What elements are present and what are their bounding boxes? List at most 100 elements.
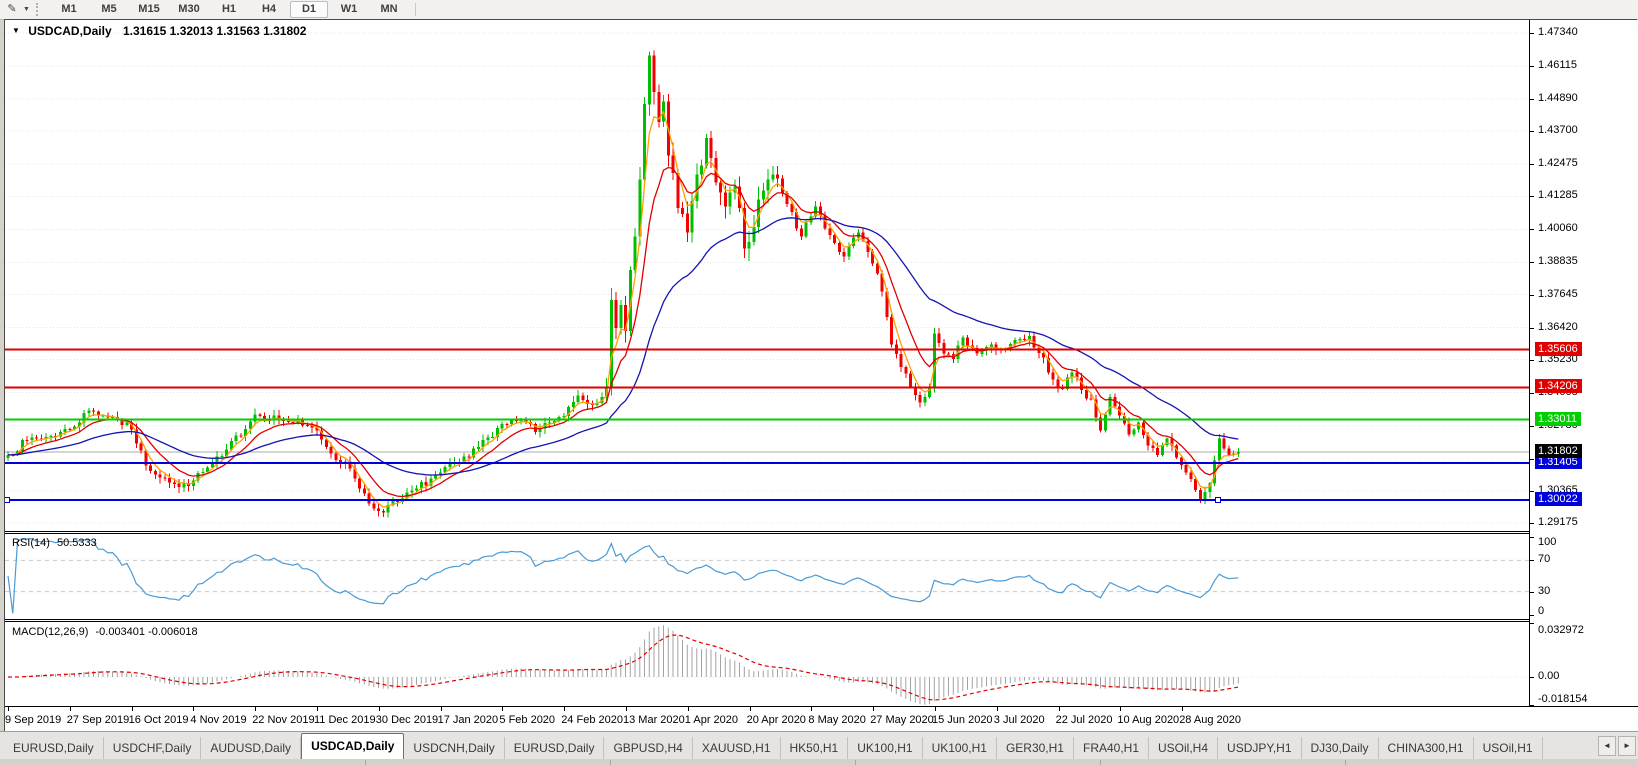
date-tick	[441, 707, 442, 711]
axis-tick	[1530, 523, 1534, 524]
tab-EURUSD-Daily[interactable]: EURUSD,Daily	[505, 737, 605, 759]
axis-tick	[1530, 164, 1534, 165]
tab-UK100-H1[interactable]: UK100,H1	[848, 737, 922, 759]
axis-tick	[1530, 131, 1534, 132]
tab-USOil-H4[interactable]: USOil,H4	[1149, 737, 1218, 759]
date-tick	[8, 707, 9, 711]
price-tick-label: 1.42475	[1538, 157, 1578, 169]
rsi-tick-label: 100	[1538, 536, 1556, 548]
date-tick	[811, 707, 812, 711]
timeframe-M5-button[interactable]: M5	[90, 1, 128, 18]
tab-USDCAD-Daily[interactable]: USDCAD,Daily	[301, 733, 404, 759]
date-label: 27 May 2020	[870, 714, 934, 726]
date-label: 11 Dec 2019	[314, 714, 376, 726]
price-tick-label: 1.38835	[1538, 255, 1578, 267]
date-label: 15 Jun 2020	[932, 714, 993, 726]
date-label: 17 Jan 2020	[438, 714, 499, 726]
top-toolbar: ✎ ▼ M1M5M15M30H1H4D1W1MN	[0, 0, 1638, 20]
ma-slow-line	[8, 218, 1238, 475]
symbol-tab-bar: EURUSD,DailyUSDCHF,DailyAUDUSD,DailyUSDC…	[0, 731, 1638, 759]
tab-CHINA300-H1[interactable]: CHINA300,H1	[1379, 737, 1474, 759]
macd-tick-label: 0.032972	[1538, 624, 1584, 636]
rsi-pane[interactable]	[5, 534, 1529, 619]
axis-tick	[1530, 295, 1534, 296]
rsi-value: 50.5333	[57, 537, 97, 549]
tab-USDJPY-H1[interactable]: USDJPY,H1	[1218, 737, 1301, 759]
axis-tick	[1530, 33, 1534, 34]
date-label: 30 Dec 2019	[376, 714, 438, 726]
chart-ohlc-values: 1.31615 1.32013 1.31563 1.31802	[123, 24, 307, 38]
ma-fast-line	[8, 112, 1238, 507]
timeframe-H4-button[interactable]: H4	[250, 1, 288, 18]
toolbar-separator	[415, 3, 416, 16]
price-tick-label: 1.47340	[1538, 26, 1578, 38]
date-tick	[564, 707, 565, 711]
chart-dropdown-icon[interactable]: ▼	[12, 26, 20, 35]
rsi-tick-label: 70	[1538, 553, 1550, 565]
tab-scroll-right-icon[interactable]: ►	[1618, 736, 1636, 756]
date-label: 1 Apr 2020	[685, 714, 738, 726]
timeframe-M30-button[interactable]: M30	[170, 1, 208, 18]
tab-USDCNH-Daily[interactable]: USDCNH,Daily	[404, 737, 504, 759]
date-label: 16 Oct 2019	[129, 714, 189, 726]
hline-handle[interactable]	[5, 498, 10, 503]
tab-FRA40-H1[interactable]: FRA40,H1	[1074, 737, 1149, 759]
date-label: 4 Nov 2019	[190, 714, 246, 726]
tab-USOil-H1[interactable]: USOil,H1	[1474, 737, 1543, 759]
timeframe-D1-button[interactable]: D1	[290, 1, 328, 18]
date-tick	[750, 707, 751, 711]
timeframe-M15-button[interactable]: M15	[130, 1, 168, 18]
tab-HK50-H1[interactable]: HK50,H1	[781, 737, 849, 759]
timeframe-W1-button[interactable]: W1	[330, 1, 368, 18]
date-label: 28 Aug 2020	[1179, 714, 1241, 726]
date-label: 22 Nov 2019	[252, 714, 314, 726]
axis-tick	[1530, 705, 1534, 706]
timeframe-H1-button[interactable]: H1	[210, 1, 248, 18]
axis-tick	[1530, 360, 1534, 361]
tab-EURUSD-Daily[interactable]: EURUSD,Daily	[4, 737, 104, 759]
date-tick	[132, 707, 133, 711]
macd-indicator-label: MACD(12,26,9) -0.003401 -0.006018	[12, 626, 198, 638]
current-price-label: 1.31802	[1535, 444, 1582, 458]
axis-tick	[1530, 229, 1534, 230]
tab-DJ30-Daily[interactable]: DJ30,Daily	[1302, 737, 1379, 759]
axis-tick	[1530, 491, 1534, 492]
main-chart-pane[interactable]	[5, 20, 1529, 531]
timeframe-MN-button[interactable]: MN	[370, 1, 408, 18]
tab-USDCHF-Daily[interactable]: USDCHF,Daily	[104, 737, 202, 759]
date-tick	[1182, 707, 1183, 711]
macd-tick-label: -0.018154	[1538, 693, 1588, 705]
strip-mark	[1345, 760, 1346, 765]
toolbar-grip[interactable]	[36, 3, 43, 16]
price-tick-label: 1.43700	[1538, 124, 1578, 136]
rsi-tick-label: 0	[1538, 605, 1544, 617]
axis-tick	[1530, 262, 1534, 263]
timeframe-M1-button[interactable]: M1	[50, 1, 88, 18]
date-label: 8 May 2020	[808, 714, 865, 726]
date-tick	[1120, 707, 1121, 711]
date-tick	[255, 707, 256, 711]
strip-mark	[365, 760, 366, 765]
tab-XAUUSD-H1[interactable]: XAUUSD,H1	[693, 737, 781, 759]
tab-GBPUSD-H4[interactable]: GBPUSD,H4	[604, 737, 692, 759]
strip-mark	[1100, 760, 1101, 765]
price-tick-label: 1.46115	[1538, 59, 1577, 71]
line-studies-icon[interactable]: ✎	[3, 2, 21, 17]
axis-tick	[1530, 426, 1534, 427]
axis-tick	[1530, 592, 1534, 593]
rsi-indicator-label: RSI(14) 50.5333	[12, 537, 97, 549]
tab-scroll-left-icon[interactable]: ◄	[1598, 736, 1616, 756]
tab-GER30-H1[interactable]: GER30,H1	[997, 737, 1074, 759]
chevron-down-icon[interactable]: ▼	[21, 2, 32, 17]
macd-pane[interactable]	[5, 622, 1529, 706]
tab-AUDUSD-Daily[interactable]: AUDUSD,Daily	[201, 737, 301, 759]
price-axis: 1.473401.461151.448901.437001.424751.412…	[1529, 20, 1638, 706]
candles-group	[7, 51, 1240, 518]
hline-handle[interactable]	[1216, 498, 1221, 503]
date-tick	[1059, 707, 1060, 711]
tab-UK100-H1[interactable]: UK100,H1	[923, 737, 997, 759]
date-label: 5 Feb 2020	[499, 714, 555, 726]
date-tick	[317, 707, 318, 711]
axis-tick	[1530, 623, 1534, 624]
chart-symbol-label: USDCAD,Daily	[28, 24, 111, 38]
